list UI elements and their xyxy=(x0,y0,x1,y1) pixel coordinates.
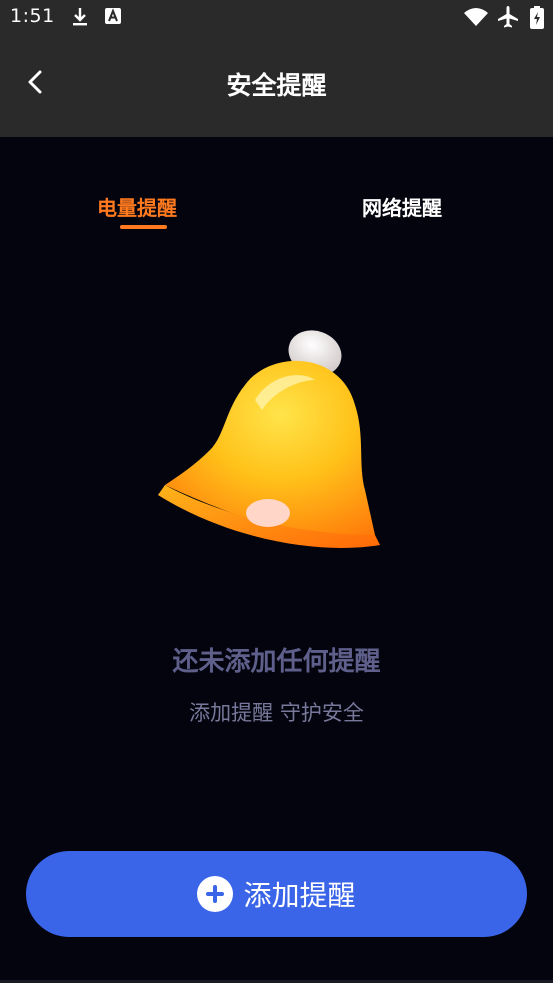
bell-icon xyxy=(158,330,380,548)
tab-network-reminder[interactable]: 网络提醒 xyxy=(362,192,442,221)
plus-circle-icon xyxy=(197,876,234,912)
download-icon xyxy=(73,8,87,26)
empty-state-title: 还未添加任何提醒 xyxy=(172,647,381,677)
status-time: 1:51 xyxy=(10,5,55,27)
app-bar: 安全提醒 xyxy=(0,36,553,137)
page-title: 安全提醒 xyxy=(226,71,327,100)
font-app-icon xyxy=(105,8,121,24)
add-reminder-button[interactable]: 添加提醒 xyxy=(26,851,527,937)
wifi-icon xyxy=(464,8,488,26)
status-bar: 1:51 xyxy=(0,0,553,36)
tab-battery-reminder[interactable]: 电量提醒 xyxy=(97,192,177,221)
battery-icon xyxy=(530,6,544,29)
airplane-mode-icon xyxy=(498,6,518,28)
add-reminder-label: 添加提醒 xyxy=(243,879,356,912)
empty-state-subtitle: 添加提醒 守护安全 xyxy=(189,701,364,725)
active-tab-indicator xyxy=(120,225,167,229)
